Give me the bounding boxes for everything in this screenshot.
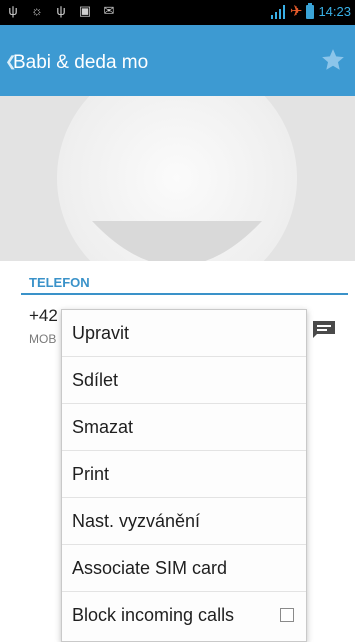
screenshot-icon: ▣ — [78, 3, 92, 18]
menu-item-print[interactable]: Print — [62, 451, 306, 498]
phone-type-label: MOB — [29, 332, 57, 346]
usb-icon: ψ — [8, 3, 18, 18]
menu-item-label: Print — [72, 463, 110, 484]
menu-item-label: Associate SIM card — [72, 557, 228, 578]
battery-icon — [306, 3, 315, 19]
menu-item-ringtone[interactable]: Nast. vyzvánění — [62, 498, 306, 545]
menu-item-label: Sdílet — [72, 369, 119, 390]
context-menu: Upravit Sdílet Smazat Print Nast. vyzván… — [61, 309, 307, 642]
android-debug-icon: ☼ — [31, 3, 43, 18]
action-bar: ❮ Babi & deda mo — [0, 25, 355, 96]
section-header-phone: TELEFON — [29, 275, 90, 290]
mail-icon: ✉ — [103, 3, 115, 18]
notification-icons: ψ ☼ ψ ▣ ✉ — [6, 4, 116, 18]
menu-item-delete[interactable]: Smazat — [62, 404, 306, 451]
contact-photo-placeholder — [0, 96, 355, 261]
menu-item-share[interactable]: Sdílet — [62, 357, 306, 404]
block-calls-checkbox[interactable] — [280, 608, 294, 622]
menu-item-label: Nast. vyzvánění — [72, 510, 201, 531]
menu-item-edit[interactable]: Upravit — [62, 310, 306, 357]
section-divider — [21, 293, 348, 295]
status-bar: ψ ☼ ψ ▣ ✉ ✈ 14:23 — [0, 0, 355, 25]
menu-item-block-calls[interactable]: Block incoming calls — [62, 592, 306, 639]
menu-item-label: Upravit — [72, 322, 130, 343]
system-icons: ✈ 14:23 — [270, 3, 351, 21]
airplane-icon: ✈ — [289, 3, 303, 20]
message-icon[interactable] — [312, 320, 336, 338]
status-time: 14:23 — [318, 4, 351, 19]
contact-title[interactable]: Babi & deda mo — [13, 52, 148, 74]
phone-number[interactable]: +42 — [29, 306, 58, 326]
signal-icon — [270, 5, 285, 19]
menu-item-associate-sim[interactable]: Associate SIM card — [62, 545, 306, 592]
menu-item-label: Smazat — [72, 416, 134, 437]
usb-icon: ψ — [56, 3, 66, 18]
star-icon[interactable] — [320, 47, 346, 73]
avatar-silhouette-icon — [0, 96, 355, 261]
menu-item-label: Block incoming calls — [72, 605, 235, 625]
